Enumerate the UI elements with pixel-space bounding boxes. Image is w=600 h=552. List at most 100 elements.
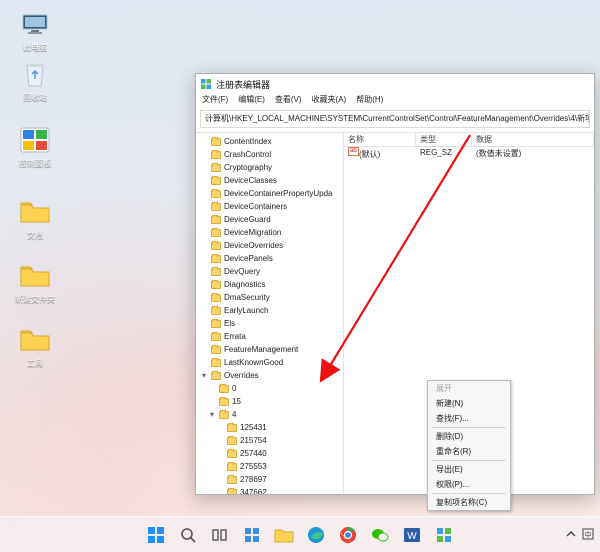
- tree-twisty-icon[interactable]: [200, 319, 208, 328]
- tree-node[interactable]: 215754: [200, 434, 343, 447]
- tree-twisty-icon[interactable]: [200, 280, 208, 289]
- tree-node[interactable]: DeviceContainers: [200, 200, 343, 213]
- tree-twisty-icon[interactable]: [200, 241, 208, 250]
- tree-node[interactable]: 347662: [200, 486, 343, 494]
- menu-edit[interactable]: 编辑(E): [238, 94, 265, 108]
- ctx-delete[interactable]: 删除(D): [428, 429, 510, 444]
- taskbar-tray[interactable]: 中: [562, 516, 598, 552]
- task-view-button[interactable]: [207, 522, 233, 548]
- address-bar[interactable]: 计算机\HKEY_LOCAL_MACHINE\SYSTEM\CurrentCon…: [200, 110, 590, 128]
- tree-node[interactable]: DeviceOverrides: [200, 239, 343, 252]
- col-name[interactable]: 名称: [344, 133, 416, 146]
- tree-twisty-icon[interactable]: ▾: [200, 371, 208, 380]
- tree-node[interactable]: FeatureManagement: [200, 343, 343, 356]
- start-button[interactable]: [143, 522, 169, 548]
- tree-node[interactable]: ▾Overrides: [200, 369, 343, 382]
- menu-help[interactable]: 帮助(H): [356, 94, 383, 108]
- tree-twisty-icon[interactable]: [200, 306, 208, 315]
- desktop-icon-this-pc[interactable]: 此电脑: [10, 8, 60, 53]
- tree-node[interactable]: Diagnostics: [200, 278, 343, 291]
- tree-twisty-icon[interactable]: [200, 176, 208, 185]
- regedit-taskbar-button[interactable]: [431, 522, 457, 548]
- tree-node[interactable]: DeviceClasses: [200, 174, 343, 187]
- tree-twisty-icon[interactable]: [200, 202, 208, 211]
- ctx-find[interactable]: 查找(F)...: [428, 411, 510, 426]
- tree-node[interactable]: Errata: [200, 330, 343, 343]
- ctx-sep: [432, 427, 506, 428]
- tree-view[interactable]: ContentIndex CrashControl Cryptography D…: [196, 133, 344, 494]
- tree-twisty-icon[interactable]: [200, 150, 208, 159]
- taskbar: W 中: [0, 516, 600, 552]
- desktop-icon-folder-2[interactable]: 新建文件夹: [10, 260, 60, 305]
- tree-node[interactable]: DeviceGuard: [200, 213, 343, 226]
- tree-twisty-icon[interactable]: [208, 384, 216, 393]
- tree-node[interactable]: 275553: [200, 460, 343, 473]
- ctx-export[interactable]: 导出(E): [428, 462, 510, 477]
- titlebar[interactable]: 注册表编辑器: [196, 74, 594, 94]
- tree-node[interactable]: ContentIndex: [200, 135, 343, 148]
- search-button[interactable]: [175, 522, 201, 548]
- value-list[interactable]: 名称 类型 数据 (默认) REG_SZ (数值未设置) 展开 新建(N) 查找…: [344, 133, 594, 494]
- desktop-icon-folder-1[interactable]: 文档: [10, 196, 60, 241]
- desktop-icon-recycle-bin[interactable]: 回收站: [10, 58, 60, 103]
- tree-node[interactable]: 0: [200, 382, 343, 395]
- tree-twisty-icon[interactable]: ▾: [208, 410, 216, 419]
- tree-node[interactable]: EarlyLaunch: [200, 304, 343, 317]
- explorer-button[interactable]: [271, 522, 297, 548]
- tree-twisty-icon[interactable]: [200, 137, 208, 146]
- tree-twisty-icon[interactable]: [200, 345, 208, 354]
- tree-twisty-icon[interactable]: [216, 475, 224, 484]
- tree-twisty-icon[interactable]: [200, 228, 208, 237]
- col-type[interactable]: 类型: [416, 133, 472, 146]
- tree-node-label: 278697: [240, 475, 267, 484]
- tree-twisty-icon[interactable]: [200, 267, 208, 276]
- tree-node-label: 15: [232, 397, 241, 406]
- tree-node[interactable]: 257440: [200, 447, 343, 460]
- tree-node[interactable]: CrashControl: [200, 148, 343, 161]
- tree-twisty-icon[interactable]: [216, 436, 224, 445]
- tree-twisty-icon[interactable]: [200, 189, 208, 198]
- desktop-icon-control-panel[interactable]: 控制面板: [10, 124, 60, 169]
- menu-file[interactable]: 文件(F): [202, 94, 228, 108]
- tree-twisty-icon[interactable]: [208, 397, 216, 406]
- menu-view[interactable]: 查看(V): [275, 94, 302, 108]
- ime-icon[interactable]: 中: [582, 528, 594, 540]
- tree-node[interactable]: DeviceMigration: [200, 226, 343, 239]
- tree-twisty-icon[interactable]: [216, 423, 224, 432]
- tree-twisty-icon[interactable]: [200, 163, 208, 172]
- tree-node[interactable]: 125431: [200, 421, 343, 434]
- edge-button[interactable]: [303, 522, 329, 548]
- tree-node[interactable]: Els: [200, 317, 343, 330]
- tree-twisty-icon[interactable]: [216, 488, 224, 494]
- list-row[interactable]: (默认) REG_SZ (数值未设置): [344, 147, 594, 161]
- tree-twisty-icon[interactable]: [200, 332, 208, 341]
- widgets-button[interactable]: [239, 522, 265, 548]
- ctx-sep: [432, 460, 506, 461]
- menu-fav[interactable]: 收藏夹(A): [312, 94, 347, 108]
- chrome-button[interactable]: [335, 522, 361, 548]
- tree-node[interactable]: DmaSecurity: [200, 291, 343, 304]
- tree-node[interactable]: 278697: [200, 473, 343, 486]
- desktop-icon-folder-3[interactable]: 工具: [10, 324, 60, 369]
- tree-node[interactable]: DevQuery: [200, 265, 343, 278]
- tree-node[interactable]: ▾4: [200, 408, 343, 421]
- tree-node[interactable]: Cryptography: [200, 161, 343, 174]
- tree-twisty-icon[interactable]: [216, 449, 224, 458]
- ctx-permissions[interactable]: 权限(P)...: [428, 477, 510, 492]
- tree-twisty-icon[interactable]: [200, 358, 208, 367]
- tree-node[interactable]: 15: [200, 395, 343, 408]
- ctx-new[interactable]: 新建(N): [428, 396, 510, 411]
- ctx-copy-key-name[interactable]: 复制项名称(C): [428, 495, 510, 510]
- tree-twisty-icon[interactable]: [216, 462, 224, 471]
- tree-twisty-icon[interactable]: [200, 293, 208, 302]
- tree-node[interactable]: DevicePanels: [200, 252, 343, 265]
- wechat-button[interactable]: [367, 522, 393, 548]
- tree-node[interactable]: LastKnownGood: [200, 356, 343, 369]
- tree-node[interactable]: DeviceContainerPropertyUpda: [200, 187, 343, 200]
- col-data[interactable]: 数据: [472, 133, 594, 146]
- word-button[interactable]: W: [399, 522, 425, 548]
- tree-twisty-icon[interactable]: [200, 215, 208, 224]
- ctx-rename[interactable]: 重命名(R): [428, 444, 510, 459]
- chevron-up-icon[interactable]: [566, 529, 576, 539]
- tree-twisty-icon[interactable]: [200, 254, 208, 263]
